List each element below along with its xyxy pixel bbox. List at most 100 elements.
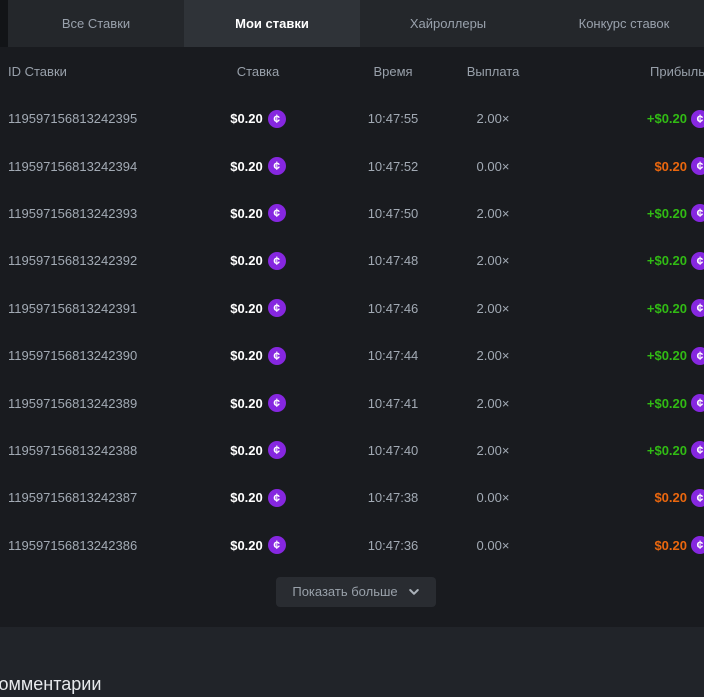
bet-time: 10:47:38 (346, 490, 440, 505)
bet-profit: $0.20 (654, 490, 687, 505)
bet-id: 119597156813242389 (0, 396, 170, 411)
coin-icon: ¢ (268, 536, 286, 554)
bet-id: 119597156813242388 (0, 443, 170, 458)
column-header-payout: Выплата (440, 64, 546, 79)
coin-icon: ¢ (268, 299, 286, 317)
table-row[interactable]: 119597156813242394 $0.20 ¢ 10:47:52 0.00… (0, 142, 704, 189)
table-row[interactable]: 119597156813242391 $0.20 ¢ 10:47:46 2.00… (0, 285, 704, 332)
table-row[interactable]: 119597156813242388 $0.20 ¢ 10:47:40 2.00… (0, 427, 704, 474)
bet-profit: +$0.20 (647, 348, 687, 363)
table-row[interactable]: 119597156813242387 $0.20 ¢ 10:47:38 0.00… (0, 474, 704, 521)
bet-time: 10:47:48 (346, 253, 440, 268)
bet-amount-cell: $0.20 ¢ (170, 347, 346, 365)
coin-icon: ¢ (691, 299, 704, 317)
tab-group: Все Ставки Мои ставки Хайроллеры Конкурс… (8, 0, 704, 47)
bet-id: 119597156813242394 (0, 159, 170, 174)
bet-profit-cell: +$0.20 ¢ (546, 299, 704, 317)
bet-amount: $0.20 (230, 443, 263, 458)
bet-id: 119597156813242386 (0, 538, 170, 553)
bet-amount: $0.20 (230, 348, 263, 363)
bet-payout: 2.00× (440, 253, 546, 268)
tab-high-rollers[interactable]: Хайроллеры (360, 0, 536, 47)
bet-payout: 2.00× (440, 443, 546, 458)
bet-id: 119597156813242395 (0, 111, 170, 126)
bet-profit-cell: +$0.20 ¢ (546, 441, 704, 459)
bet-amount-cell: $0.20 ¢ (170, 299, 346, 317)
table-row[interactable]: 119597156813242393 $0.20 ¢ 10:47:50 2.00… (0, 190, 704, 237)
coin-icon: ¢ (691, 347, 704, 365)
coin-icon: ¢ (691, 441, 704, 459)
bet-payout: 2.00× (440, 206, 546, 221)
chevron-down-icon (408, 586, 420, 598)
column-header-profit: Прибыль (546, 64, 704, 79)
bet-amount: $0.20 (230, 538, 263, 553)
bet-time: 10:47:40 (346, 443, 440, 458)
bet-amount-cell: $0.20 ¢ (170, 394, 346, 412)
bet-profit-cell: $0.20 ¢ (546, 536, 704, 554)
table-header-row: ID Ставки Ставка Время Выплата Прибыль (0, 47, 704, 95)
bet-amount-cell: $0.20 ¢ (170, 441, 346, 459)
coin-icon: ¢ (691, 394, 704, 412)
bet-amount: $0.20 (230, 206, 263, 221)
bet-amount-cell: $0.20 ¢ (170, 252, 346, 270)
comments-section: Комментарии (0, 627, 704, 697)
bet-profit: +$0.20 (647, 443, 687, 458)
show-more-button[interactable]: Показать больше (276, 577, 435, 607)
bet-amount: $0.20 (230, 159, 263, 174)
bets-table: ID Ставки Ставка Время Выплата Прибыль 1… (0, 47, 704, 627)
bet-time: 10:47:41 (346, 396, 440, 411)
bet-time: 10:47:50 (346, 206, 440, 221)
show-more-container: Показать больше (0, 569, 704, 607)
coin-icon: ¢ (268, 394, 286, 412)
coin-icon: ¢ (268, 252, 286, 270)
bet-amount-cell: $0.20 ¢ (170, 157, 346, 175)
bet-time: 10:47:55 (346, 111, 440, 126)
bet-amount: $0.20 (230, 253, 263, 268)
table-body: 119597156813242395 $0.20 ¢ 10:47:55 2.00… (0, 95, 704, 569)
coin-icon: ¢ (268, 157, 286, 175)
bet-profit: +$0.20 (647, 396, 687, 411)
bet-amount-cell: $0.20 ¢ (170, 110, 346, 128)
column-header-bet: Ставка (170, 64, 346, 79)
coin-icon: ¢ (691, 110, 704, 128)
bet-amount-cell: $0.20 ¢ (170, 204, 346, 222)
bet-profit: $0.20 (654, 538, 687, 553)
bet-amount-cell: $0.20 ¢ (170, 489, 346, 507)
coin-icon: ¢ (691, 204, 704, 222)
tab-bet-contest[interactable]: Конкурс ставок (536, 0, 704, 47)
bet-profit: $0.20 (654, 159, 687, 174)
bet-profit: +$0.20 (647, 301, 687, 316)
bet-payout: 0.00× (440, 159, 546, 174)
bet-id: 119597156813242387 (0, 490, 170, 505)
bet-profit-cell: +$0.20 ¢ (546, 110, 704, 128)
bet-id: 119597156813242392 (0, 253, 170, 268)
table-row[interactable]: 119597156813242386 $0.20 ¢ 10:47:36 0.00… (0, 522, 704, 569)
bet-amount: $0.20 (230, 490, 263, 505)
column-header-time: Время (346, 64, 440, 79)
bet-profit-cell: $0.20 ¢ (546, 157, 704, 175)
tab-my-bets[interactable]: Мои ставки (184, 0, 360, 47)
table-row[interactable]: 119597156813242390 $0.20 ¢ 10:47:44 2.00… (0, 332, 704, 379)
tab-all-bets[interactable]: Все Ставки (8, 0, 184, 47)
bet-amount: $0.20 (230, 111, 263, 126)
tab-bar: Все Ставки Мои ставки Хайроллеры Конкурс… (0, 0, 704, 47)
bet-profit: +$0.20 (647, 111, 687, 126)
bet-payout: 0.00× (440, 538, 546, 553)
bet-payout: 2.00× (440, 348, 546, 363)
coin-icon: ¢ (268, 441, 286, 459)
bet-profit: +$0.20 (647, 206, 687, 221)
coin-icon: ¢ (691, 536, 704, 554)
bet-time: 10:47:44 (346, 348, 440, 363)
table-row[interactable]: 119597156813242395 $0.20 ¢ 10:47:55 2.00… (0, 95, 704, 142)
coin-icon: ¢ (268, 110, 286, 128)
table-row[interactable]: 119597156813242389 $0.20 ¢ 10:47:41 2.00… (0, 379, 704, 426)
bet-amount-cell: $0.20 ¢ (170, 536, 346, 554)
bets-panel: Все Ставки Мои ставки Хайроллеры Конкурс… (0, 0, 704, 697)
bet-payout: 2.00× (440, 301, 546, 316)
table-row[interactable]: 119597156813242392 $0.20 ¢ 10:47:48 2.00… (0, 237, 704, 284)
show-more-label: Показать больше (292, 584, 397, 599)
coin-icon: ¢ (268, 204, 286, 222)
bet-id: 119597156813242393 (0, 206, 170, 221)
bet-profit-cell: $0.20 ¢ (546, 489, 704, 507)
bet-id: 119597156813242390 (0, 348, 170, 363)
